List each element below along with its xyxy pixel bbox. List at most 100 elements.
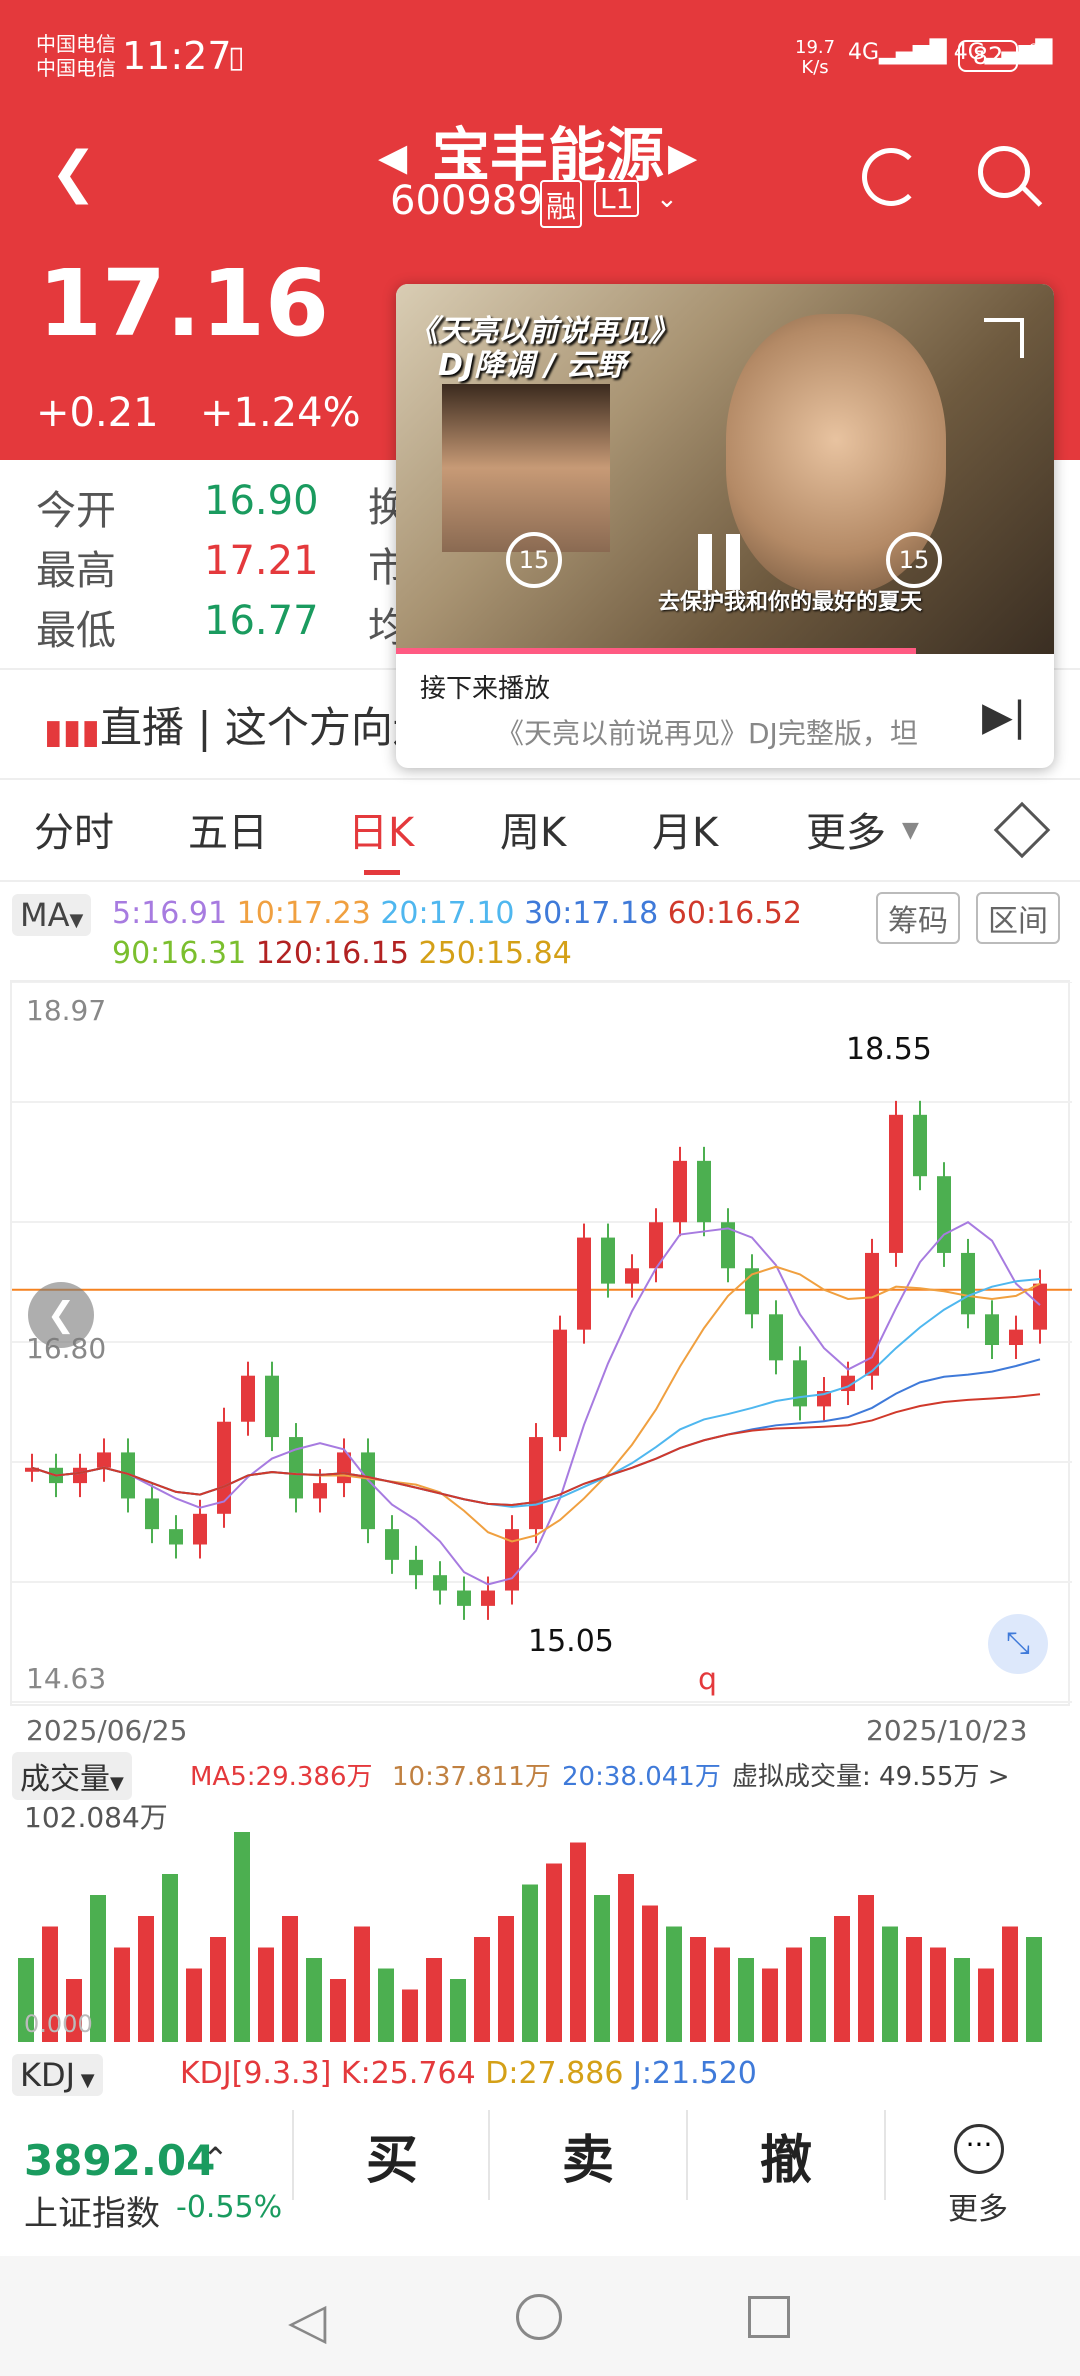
volume-bar	[978, 1968, 994, 2042]
volume-bar	[306, 1958, 322, 2042]
more-label[interactable]: 更多	[948, 2184, 1008, 2228]
volume-bar	[450, 1979, 466, 2042]
date-end: 2025/10/23	[866, 1714, 1028, 1747]
candle	[481, 1590, 495, 1606]
tab-intraday[interactable]: 分时	[34, 800, 114, 858]
kdj-values: KDJ[9.3.3] K:25.764 D:27.886 J:21.520	[180, 2056, 757, 2091]
price-change: +0.21	[36, 390, 159, 436]
volume-bar	[498, 1916, 514, 2042]
cancel-button[interactable]: 撤	[760, 2118, 812, 2193]
kline-chart[interactable]: 18.97 16.80 14.63 18.55 15.05 q ❮ ⤡	[10, 980, 1072, 1706]
volume-bar	[594, 1895, 610, 2042]
volume-bar	[162, 1874, 178, 2042]
stat-label: 最高	[36, 548, 116, 594]
tab-indicator	[364, 870, 400, 875]
candle	[769, 1314, 783, 1361]
candle	[601, 1237, 615, 1284]
carrier-text: 中国电信 中国电信	[36, 32, 116, 80]
divider	[0, 778, 1080, 780]
chevron-down-icon[interactable]: ⌄	[656, 184, 678, 214]
candle	[1033, 1283, 1047, 1330]
sell-button[interactable]: 卖	[562, 2118, 614, 2193]
tab-daily-k[interactable]: 日K	[348, 800, 414, 858]
volume-bar	[474, 1937, 490, 2042]
candle	[505, 1529, 519, 1591]
rewind-15-icon[interactable]: 15	[506, 532, 562, 588]
video-popup[interactable]: 《天亮以前说再见》 DJ降调 / 云野 15 15 去保护我和你的最好的夏天 接…	[396, 284, 1054, 768]
volume-bar	[402, 1989, 418, 2042]
volume-bar	[138, 1916, 154, 2042]
nav-back-icon[interactable]: ◁	[288, 2292, 326, 2350]
volume-bar	[522, 1884, 538, 2042]
next-up-title[interactable]: 《天亮以前说再见》DJ完整版，坦	[496, 712, 936, 752]
volume-chart[interactable]	[10, 1810, 1070, 2042]
expand-icon[interactable]: ⤡	[988, 1614, 1048, 1674]
video-progress[interactable]	[396, 648, 916, 654]
buy-button[interactable]: 买	[366, 2118, 418, 2193]
prev-stock-icon[interactable]: ◀	[378, 135, 407, 179]
volume-bar	[714, 1947, 730, 2042]
separator	[884, 2110, 886, 2200]
nav-recents-icon[interactable]	[748, 2296, 790, 2338]
forward-15-icon[interactable]: 15	[886, 532, 942, 588]
volume-selector[interactable]: 成交量▼	[12, 1752, 132, 1800]
price-change-pct: +1.24%	[200, 390, 361, 436]
settings-icon[interactable]	[993, 801, 1051, 859]
volume-bar	[738, 1958, 754, 2042]
chips-button[interactable]: 筹码	[876, 892, 960, 944]
volume-bar	[546, 1863, 562, 2042]
candle	[169, 1529, 183, 1545]
index-value[interactable]: 3892.04	[24, 2136, 215, 2185]
candle	[265, 1375, 279, 1438]
candle	[313, 1483, 327, 1499]
tab-more[interactable]: 更多	[806, 800, 886, 858]
virtual-volume[interactable]: 虚拟成交量: 49.55万 >	[732, 1756, 1010, 1793]
candle	[457, 1590, 471, 1606]
vibrate-icon: ▯	[228, 40, 245, 75]
event-marker[interactable]: q	[698, 1662, 717, 1697]
volume-bar	[834, 1916, 850, 2042]
candle	[241, 1375, 255, 1422]
fullscreen-icon[interactable]	[984, 318, 1024, 358]
pause-icon[interactable]	[698, 534, 712, 590]
tab-weekly-k[interactable]: 周K	[500, 800, 566, 858]
nav-home-icon[interactable]	[516, 2294, 562, 2340]
separator	[292, 2110, 294, 2200]
volume-bar	[930, 1947, 946, 2042]
chart-back-icon[interactable]: ❮	[28, 1282, 94, 1348]
ma-selector[interactable]: MA▼	[12, 894, 92, 936]
next-up-label: 接下来播放	[420, 674, 551, 704]
candle	[553, 1329, 567, 1438]
status-time: 11:27	[122, 34, 232, 78]
kdj-selector[interactable]: KDJ ▼	[12, 2054, 103, 2096]
date-start: 2025/06/25	[26, 1714, 188, 1747]
divider	[0, 880, 1080, 882]
stock-code: 600989	[390, 178, 543, 224]
range-button[interactable]: 区间	[976, 892, 1060, 944]
high-mark-label: 18.55	[846, 1032, 932, 1067]
level-tag[interactable]: L1	[594, 180, 640, 217]
volume-bar	[426, 1958, 442, 2042]
index-change: -0.55%	[176, 2190, 283, 2225]
refresh-icon[interactable]	[862, 148, 920, 206]
candle	[889, 1114, 903, 1253]
last-price: 17.16	[38, 250, 330, 357]
volume-bar	[690, 1937, 706, 2042]
back-icon[interactable]: ❮	[50, 140, 97, 205]
candle	[577, 1237, 591, 1330]
y-min-label: 14.63	[26, 1662, 107, 1695]
next-stock-icon[interactable]: ▶	[668, 135, 697, 179]
video-thumbnail	[442, 384, 610, 552]
tab-monthly-k[interactable]: 月K	[652, 800, 718, 858]
volume-bar	[618, 1874, 634, 2042]
more-icon[interactable]: ···	[954, 2124, 1004, 2174]
tab-five-day[interactable]: 五日	[188, 800, 268, 858]
vol-zero-label: 0.000	[24, 2010, 93, 2038]
index-name: 上证指数	[24, 2194, 160, 2234]
volume-bar	[234, 1832, 250, 2042]
separator	[488, 2110, 490, 2200]
chevron-up-icon[interactable]: ⌃	[202, 2140, 229, 2178]
live-banner[interactable]: 直播 | 这个方向还	[100, 694, 435, 755]
rong-tag: 融	[540, 180, 582, 228]
skip-next-icon[interactable]: ▶|	[982, 694, 1026, 740]
